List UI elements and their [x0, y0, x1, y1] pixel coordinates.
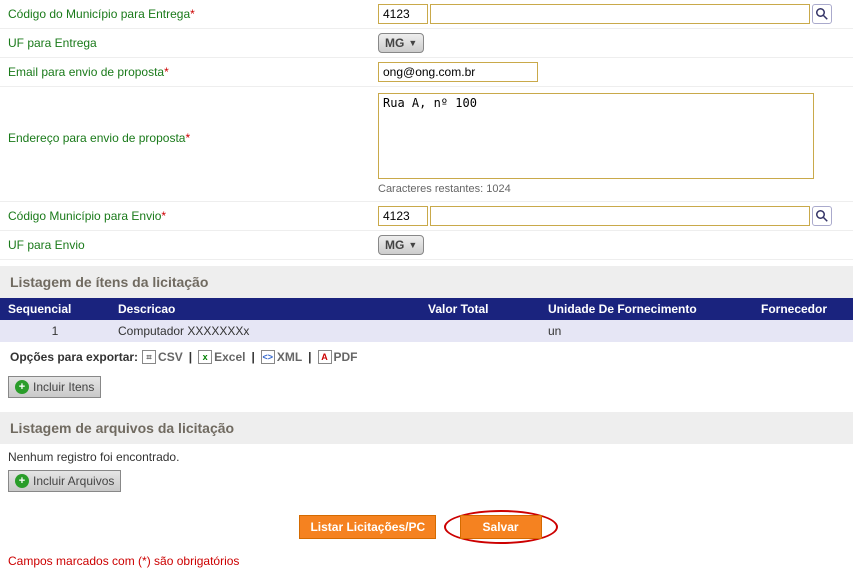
incluir-arquivos-button[interactable]: + Incluir Arquivos: [8, 470, 121, 492]
incluir-itens-button[interactable]: + Incluir Itens: [8, 376, 101, 398]
pdf-icon: A: [318, 350, 332, 364]
itens-section-title: Listagem de ítens da licitação: [0, 266, 853, 298]
table-row[interactable]: 1 Computador XXXXXXXx un: [0, 320, 853, 342]
input-endereco[interactable]: [378, 93, 814, 179]
chevron-down-icon: ▼: [408, 240, 417, 250]
export-csv-link[interactable]: ⌗ CSV: [142, 350, 183, 364]
label-uf-entrega: UF para Entrega: [8, 36, 378, 50]
input-email[interactable]: [378, 62, 538, 82]
label-uf-envio: UF para Envio: [8, 238, 378, 252]
uf-envio-dropdown[interactable]: MG▼: [378, 235, 424, 255]
chars-remaining-label: Caracteres restantes: 1024: [378, 183, 845, 195]
search-municipio-entrega-button[interactable]: [812, 4, 832, 24]
col-unidade: Unidade De Fornecimento: [540, 298, 753, 320]
search-municipio-envio-button[interactable]: [812, 206, 832, 226]
col-valor-total: Valor Total: [420, 298, 540, 320]
listar-licitacoes-button[interactable]: Listar Licitações/PC: [299, 515, 436, 539]
label-codigo-entrega: Código do Município para Entrega*: [8, 7, 378, 21]
input-codigo-envio[interactable]: [378, 206, 428, 226]
csv-icon: ⌗: [142, 350, 156, 364]
plus-icon: +: [15, 474, 29, 488]
chevron-down-icon: ▼: [408, 38, 417, 48]
col-fornecedor: Fornecedor: [753, 298, 853, 320]
label-endereco: Endereço para envio de proposta*: [8, 93, 378, 145]
magnifier-icon: [816, 8, 828, 20]
xml-icon: <>: [261, 350, 275, 364]
col-descricao: Descricao: [110, 298, 420, 320]
salvar-highlight: Salvar: [444, 510, 558, 544]
export-pdf-link[interactable]: A PDF: [318, 350, 358, 364]
col-sequencial: Sequencial: [0, 298, 110, 320]
input-codigo-entrega[interactable]: [378, 4, 428, 24]
salvar-button[interactable]: Salvar: [460, 515, 542, 539]
label-email: Email para envio de proposta*: [8, 65, 378, 79]
arquivos-empty-message: Nenhum registro foi encontrado.: [0, 444, 853, 470]
itens-table: Sequencial Descricao Valor Total Unidade…: [0, 298, 853, 342]
export-excel-link[interactable]: x Excel: [198, 350, 245, 364]
export-label: Opções para exportar:: [10, 350, 138, 364]
uf-entrega-dropdown[interactable]: MG▼: [378, 33, 424, 53]
magnifier-icon: [816, 210, 828, 222]
input-municipio-entrega-nome[interactable]: [430, 4, 810, 24]
plus-icon: +: [15, 380, 29, 394]
label-codigo-envio: Código Município para Envio*: [8, 209, 378, 223]
export-xml-link[interactable]: <> XML: [261, 350, 302, 364]
arquivos-section-title: Listagem de arquivos da licitação: [0, 412, 853, 444]
input-municipio-envio-nome[interactable]: [430, 206, 810, 226]
required-fields-note: Campos marcados com (*) são obrigatórios: [0, 548, 853, 580]
excel-icon: x: [198, 350, 212, 364]
